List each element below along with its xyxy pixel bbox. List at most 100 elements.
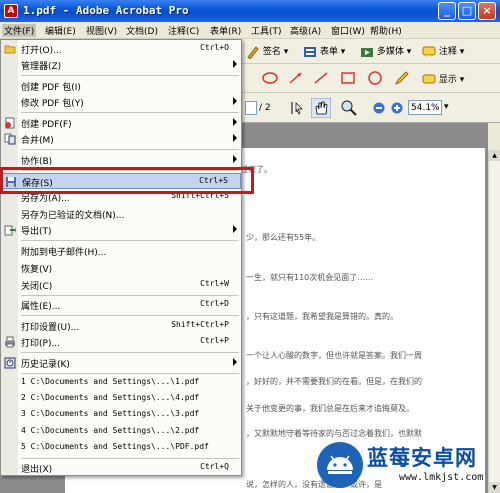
recent-file-item[interactable]: 4 C:\Documents and Settings\...\2.pdf xyxy=(1,424,241,440)
acrobat-app-icon: A xyxy=(4,4,18,18)
document-text-line: ，又默默地守着等待家的与否过念着我们，也默默 xyxy=(246,429,422,438)
close-window-button[interactable]: × xyxy=(478,2,496,20)
sign-label: 签名 xyxy=(262,47,281,57)
page-count: / 2 xyxy=(259,103,271,113)
rectangle-tool-icon[interactable] xyxy=(340,71,356,85)
menu-separator xyxy=(21,352,239,353)
printer-icon xyxy=(5,336,15,348)
multimedia-button[interactable]: 多媒体 ▾ xyxy=(360,44,411,59)
menu-item-open[interactable]: 打开(O)... Ctrl+O xyxy=(1,41,241,57)
comment-label: 注释 xyxy=(438,47,457,57)
zoom-dropdown-arrow[interactable]: ▾ xyxy=(444,102,449,112)
comment-button[interactable]: 注释 ▾ xyxy=(422,44,464,59)
create-pdf-icon xyxy=(5,117,15,129)
menu-bar: 文件(F) 编辑(E) 视图(V) 文档(D) 注释(C) 表单(R) 工具(T… xyxy=(0,22,500,39)
menu-item-combine[interactable]: 合并(M) xyxy=(1,131,241,147)
open-folder-icon xyxy=(4,45,16,54)
sign-button[interactable]: 签名 ▾ xyxy=(246,44,288,59)
menu-edit[interactable]: 编辑(E) xyxy=(45,24,76,37)
select-text-icon[interactable] xyxy=(288,100,304,116)
menu-view[interactable]: 视图(V) xyxy=(86,24,117,37)
export-icon xyxy=(4,225,16,236)
submenu-arrow-icon xyxy=(233,134,237,142)
submenu-arrow-icon xyxy=(233,225,237,233)
recent-file-item[interactable]: 1 C:\Documents and Settings\...\1.pdf xyxy=(1,375,241,391)
submenu-arrow-icon xyxy=(233,60,237,68)
window-title: 1.pdf - Adobe Acrobat Pro xyxy=(23,4,189,17)
maximize-button[interactable]: □ xyxy=(458,2,476,20)
recent-file-item[interactable]: 2 C:\Documents and Settings\...\4.pdf xyxy=(1,391,241,407)
title-bar: A 1.pdf - Adobe Acrobat Pro _ □ × xyxy=(0,0,500,22)
submenu-arrow-icon xyxy=(233,118,237,126)
menu-item-properties[interactable]: 属性(E)... Ctrl+D xyxy=(1,297,241,313)
recent-file-item[interactable]: 5 C:\Documents and Settings\...\PDF.pdf xyxy=(1,440,241,456)
menu-item-history[interactable]: 历史记录(K) xyxy=(1,355,241,371)
menu-item-create-pdf-package[interactable]: 创建 PDF 包(I) xyxy=(1,78,241,94)
menu-tools[interactable]: 工具(T) xyxy=(251,24,282,37)
menu-separator xyxy=(21,458,239,459)
menu-item-revert[interactable]: 恢复(V) xyxy=(1,260,241,276)
arrow-tool-icon[interactable] xyxy=(288,71,304,85)
document-text-line: 关于他变更的事，我们总是在后来才追悔莫及。 xyxy=(246,404,414,413)
cloud-tool-icon[interactable] xyxy=(262,71,278,85)
save-highlight-box xyxy=(0,167,254,194)
minimize-button[interactable]: _ xyxy=(438,2,456,20)
android-robot-logo xyxy=(317,442,363,488)
watermark-url: www.lmkjst.com xyxy=(399,472,484,483)
pen-sign-icon xyxy=(247,45,259,59)
menu-window[interactable]: 窗口(W) xyxy=(331,24,365,37)
zoom-out-icon[interactable] xyxy=(373,102,385,114)
multimedia-icon xyxy=(361,47,373,57)
form-icon xyxy=(304,46,316,57)
menu-item-exit[interactable]: 退出(X) Ctrl+Q xyxy=(1,460,241,476)
history-clock-icon xyxy=(4,357,16,369)
menu-item-save-as-certified[interactable]: 另存为已验证的文档(N)... xyxy=(1,206,241,222)
forms-button[interactable]: 表单 ▾ xyxy=(303,44,345,59)
recent-file-item[interactable]: 3 C:\Documents and Settings\...\3.pdf xyxy=(1,407,241,423)
menu-file[interactable]: 文件(F) xyxy=(2,24,37,37)
menu-item-print[interactable]: 打印(P)... Ctrl+P xyxy=(1,334,241,350)
menu-separator xyxy=(21,75,239,76)
menu-separator xyxy=(21,315,239,316)
menu-item-collaborate[interactable]: 协作(B) xyxy=(1,152,241,168)
menu-comments[interactable]: 注释(C) xyxy=(168,24,199,37)
menu-document[interactable]: 文档(D) xyxy=(126,24,158,37)
menu-item-create-pdf[interactable]: 创建 PDF(F) xyxy=(1,115,241,131)
oval-tool-icon[interactable] xyxy=(367,71,383,85)
menu-separator xyxy=(21,149,239,150)
scroll-up-icon[interactable]: ▲ xyxy=(489,150,500,161)
menu-separator xyxy=(21,295,239,296)
menu-forms[interactable]: 表单(R) xyxy=(210,24,241,37)
combine-files-icon xyxy=(4,133,16,145)
show-button[interactable]: 显示 ▾ xyxy=(422,72,464,86)
page-number-input[interactable] xyxy=(245,101,257,115)
watermark-text: 蓝莓安卓网 xyxy=(367,446,477,470)
menu-item-attach-email[interactable]: 附加到电子邮件(H)... xyxy=(1,243,241,259)
menu-item-modify-pdf-package[interactable]: 修改 PDF 包(Y) xyxy=(1,94,241,110)
zoom-level-field[interactable]: 54.1% xyxy=(408,100,442,115)
document-text-line: 少，那么还有55年。 xyxy=(246,233,321,242)
menu-separator xyxy=(21,240,239,241)
submenu-arrow-icon xyxy=(233,97,237,105)
pencil-tool-icon[interactable] xyxy=(394,70,410,86)
menu-item-print-setup[interactable]: 打印设置(U)... Shift+Ctrl+P xyxy=(1,318,241,334)
zoom-marquee-icon[interactable] xyxy=(340,99,358,117)
submenu-arrow-icon xyxy=(233,358,237,366)
menu-help[interactable]: 帮助(H) xyxy=(370,24,402,37)
document-text-line: 一生，就只有110次机会见面了…… xyxy=(246,273,374,282)
document-text-line: 一个让人心酸的数字，但也许就是答案。我们一周 xyxy=(246,351,422,360)
zoom-in-icon[interactable] xyxy=(391,102,403,114)
menu-advanced[interactable]: 高级(A) xyxy=(290,24,321,37)
watermark-logo: 蓝莓安卓网 www.lmkjst.com xyxy=(315,440,495,490)
comment-icon xyxy=(422,46,436,58)
file-menu: 打开(O)... Ctrl+O 管理器(Z) 创建 PDF 包(I) 修改 PD… xyxy=(0,39,242,476)
menu-separator xyxy=(21,373,239,374)
hand-tool-icon[interactable] xyxy=(311,98,331,118)
menu-item-organizer[interactable]: 管理器(Z) xyxy=(1,57,241,73)
document-text-line: ，好好的，并不需要我们的在看。但是，在我们的 xyxy=(246,377,422,386)
forms-label: 表单 xyxy=(319,47,338,57)
line-tool-icon[interactable] xyxy=(313,71,329,85)
multimedia-label: 多媒体 xyxy=(376,47,404,57)
menu-item-close[interactable]: 关闭(C) Ctrl+W xyxy=(1,277,241,293)
menu-item-export[interactable]: 导出(T) xyxy=(1,222,241,238)
